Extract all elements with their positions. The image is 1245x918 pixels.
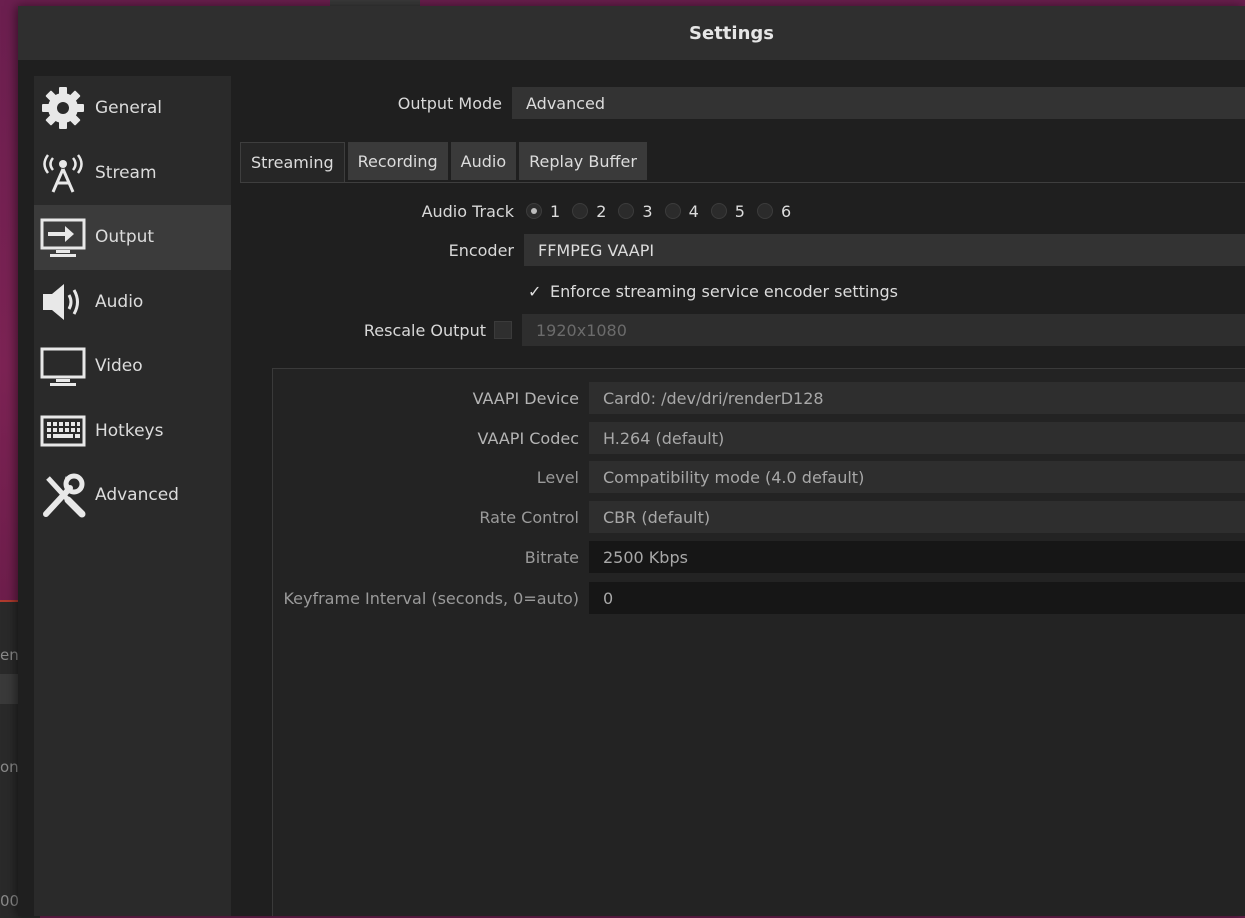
bitrate-label: Bitrate [524,547,579,567]
rate-control-label: Rate Control [479,507,579,527]
settings-dialog: Settings General Stream Output Audio Vid… [18,6,1245,916]
tab-replay-buffer[interactable]: Replay Buffer [519,142,647,180]
sidebar-item-label: Video [95,356,143,377]
keyboard-icon [39,408,87,454]
monitor-output-icon [39,214,87,260]
vaapi-device-label: VAAPI Device [472,388,579,408]
tab-audio[interactable]: Audio [450,142,517,180]
output-mode-label: Output Mode [397,93,502,113]
radio-label: 1 [550,201,561,221]
background-text: 00 [0,892,20,910]
background-text: on [0,758,19,776]
enforce-row: ✓ Enforce streaming service encoder sett… [528,279,1245,303]
sidebar-item-label: General [95,98,162,119]
encoder-label: Encoder [448,240,514,260]
rescale-label: Rescale Output [363,320,486,340]
output-mode-row: Output Mode Advanced [240,87,1245,119]
vaapi-device-select[interactable]: Card0: /dev/dri/renderD128 [589,382,1245,414]
keyframe-row: Keyframe Interval (seconds, 0=auto) 0 [273,582,1245,614]
gear-icon [39,85,87,131]
rate-control-row: Rate Control CBR (default) [273,501,1245,533]
sidebar-item-label: Output [95,227,155,248]
audio-track-radio-2[interactable] [572,203,589,219]
speaker-icon [39,279,87,325]
sidebar-item-label: Hotkeys [95,420,164,441]
sidebar-item-video[interactable]: Video [34,334,231,399]
encoder-properties-panel: VAAPI Device Card0: /dev/dri/renderD128 … [272,368,1245,916]
settings-sidebar: General Stream Output Audio Video Hotkey… [34,76,231,916]
keyframe-spinbox[interactable]: 0 [589,582,1245,614]
monitor-icon [39,343,87,389]
broadcast-antenna-icon [39,150,87,196]
sidebar-item-output[interactable]: Output [34,205,231,270]
encoder-row: Encoder FFMPEG VAAPI [240,234,1245,266]
bitrate-row: Bitrate 2500 Kbps [273,541,1245,573]
output-settings-panel: Output Mode Advanced Streaming Recording… [240,76,1245,916]
level-label: Level [536,467,579,487]
audio-track-radio-5[interactable] [710,203,727,219]
enforce-label: Enforce streaming service encoder settin… [550,281,898,301]
level-select[interactable]: Compatibility mode (4.0 default) [589,461,1245,493]
vaapi-codec-row: VAAPI Codec H.264 (default) [273,422,1245,454]
rescale-resolution-select[interactable]: 1920x1080 [522,314,1245,346]
radio-label: 4 [688,201,699,221]
sidebar-item-label: Stream [95,162,157,183]
sidebar-item-stream[interactable]: Stream [34,141,231,206]
audio-track-radio-6[interactable] [756,203,773,219]
rate-control-select[interactable]: CBR (default) [589,501,1245,533]
title-bar[interactable]: Settings [18,6,1245,60]
radio-label: 5 [734,201,745,221]
output-tabs: Streaming Recording Audio Replay Buffer [240,142,1245,183]
vaapi-codec-select[interactable]: H.264 (default) [589,422,1245,454]
level-row: Level Compatibility mode (4.0 default) [273,461,1245,493]
sidebar-item-hotkeys[interactable]: Hotkeys [34,399,231,464]
radio-label: 6 [780,201,792,221]
rescale-row: Rescale Output 1920x1080 [240,314,1245,346]
vaapi-codec-label: VAAPI Codec [477,428,579,448]
sidebar-item-label: Audio [95,291,144,312]
tab-recording[interactable]: Recording [347,142,448,180]
audio-track-radio-1[interactable] [526,203,542,219]
audio-track-radio-3[interactable] [618,203,635,219]
audio-track-row: Audio Track 1 2 3 4 5 6 [240,200,1245,222]
encoder-select[interactable]: FFMPEG VAAPI [524,234,1245,266]
tab-streaming[interactable]: Streaming [240,142,345,182]
sidebar-item-general[interactable]: General [34,76,231,141]
sidebar-item-advanced[interactable]: Advanced [34,463,231,528]
radio-label: 2 [596,201,607,221]
sidebar-item-audio[interactable]: Audio [34,270,231,335]
radio-label: 3 [642,201,653,221]
wrench-screwdriver-icon [39,472,87,518]
bitrate-spinbox[interactable]: 2500 Kbps [589,541,1245,573]
enforce-checkbox[interactable]: ✓ [528,282,550,301]
background-text: en [0,646,19,664]
audio-track-label: Audio Track [421,201,514,221]
audio-track-radio-4[interactable] [664,203,681,219]
keyframe-label: Keyframe Interval (seconds, 0=auto) [283,588,579,608]
dialog-title: Settings [689,22,774,44]
vaapi-device-row: VAAPI Device Card0: /dev/dri/renderD128 [273,382,1245,414]
output-mode-select[interactable]: Advanced [512,87,1245,119]
rescale-checkbox[interactable] [494,321,512,339]
sidebar-item-label: Advanced [95,485,179,506]
